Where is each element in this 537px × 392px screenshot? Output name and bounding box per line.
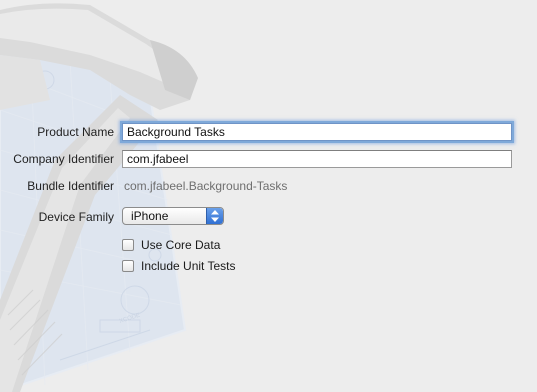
device-family-label: Device Family <box>38 210 114 224</box>
use-core-data-label[interactable]: Use Core Data <box>141 238 220 252</box>
use-core-data-checkbox[interactable] <box>122 239 134 251</box>
company-identifier-value: com.jfabeel <box>127 152 189 166</box>
device-family-selected: iPhone <box>131 209 169 223</box>
bundle-identifier-value: com.jfabeel.Background-Tasks <box>124 179 288 193</box>
include-unit-tests-checkbox[interactable] <box>122 260 134 272</box>
bundle-identifier-row: Bundle Identifier com.jfabeel.Background… <box>0 176 537 198</box>
company-identifier-field[interactable]: com.jfabeel <box>122 150 512 168</box>
product-name-value: Background Tasks <box>127 125 225 139</box>
company-identifier-row: Company Identifier com.jfabeel <box>0 149 537 171</box>
device-family-row: Device Family iPhone <box>0 207 537 229</box>
product-name-label: Product Name <box>37 125 114 139</box>
device-family-popup[interactable]: iPhone <box>122 207 224 225</box>
new-project-options-pane: XCODE Product Name Background Tasks Comp… <box>0 0 537 392</box>
product-name-field[interactable]: Background Tasks <box>122 123 512 141</box>
popup-arrows-icon <box>206 208 223 224</box>
include-unit-tests-label[interactable]: Include Unit Tests <box>141 259 236 273</box>
bundle-identifier-label: Bundle Identifier <box>27 179 114 193</box>
company-identifier-label: Company Identifier <box>13 152 114 166</box>
product-name-row: Product Name Background Tasks <box>0 122 537 144</box>
